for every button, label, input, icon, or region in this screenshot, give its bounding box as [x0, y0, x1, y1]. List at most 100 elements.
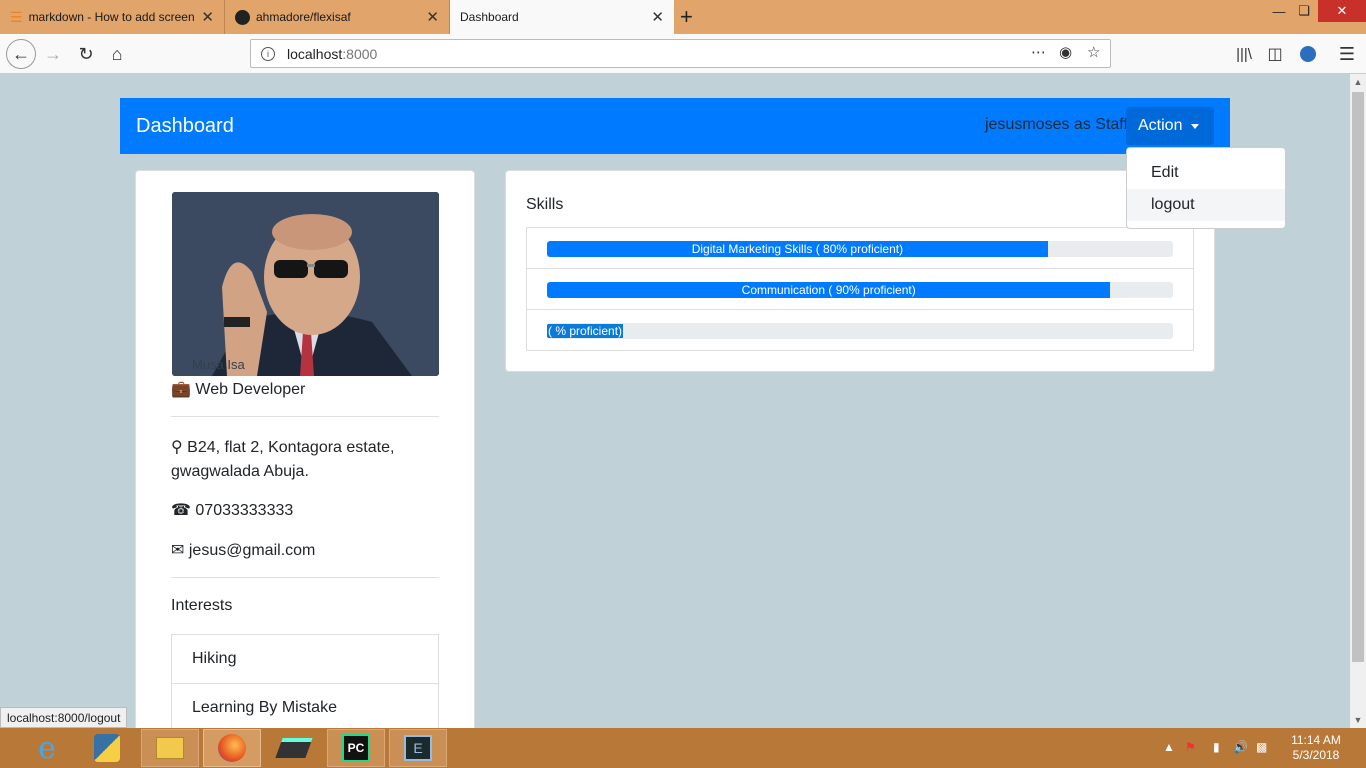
tab-stackoverflow[interactable]: ☰ markdown - How to add screen ✕ [0, 0, 225, 34]
skill-row: Digital Marketing Skills ( 80% proficien… [527, 228, 1193, 269]
phone-icon: ☎ [171, 502, 191, 519]
skills-list: Digital Marketing Skills ( 80% proficien… [526, 227, 1194, 351]
skill-row: Communication ( 90% proficient) [527, 269, 1193, 310]
profile-photo: Musa Isa [172, 192, 439, 376]
system-clock[interactable]: 11:14 AM 5/3/2018 [1280, 733, 1352, 763]
tab-github[interactable]: ahmadore/flexisaf ✕ [225, 0, 450, 34]
skills-card: Skills Digital Marketing Skills ( 80% pr… [505, 170, 1215, 372]
profile-card: Musa Isa 💼 Web Developer ⚲ B24, flat 2, … [135, 170, 475, 728]
action-label: Action [1138, 117, 1183, 134]
minimize-button[interactable]: — [1268, 0, 1290, 22]
progress-track: ( % proficient) [547, 323, 1173, 339]
firefox-icon[interactable] [203, 729, 261, 767]
tab-title: Dashboard [460, 10, 519, 24]
library-icon[interactable]: |||\ [1232, 42, 1256, 66]
clock-time: 11:14 AM [1291, 733, 1341, 747]
scroll-down-icon[interactable]: ▼ [1350, 712, 1366, 728]
scanner-icon[interactable] [265, 729, 323, 767]
address-row: ⚲ B24, flat 2, Kontagora estate, gwagwal… [171, 436, 411, 484]
file-explorer-icon[interactable] [141, 729, 199, 767]
action-dropdown-button[interactable]: Action [1126, 107, 1214, 145]
progress-track: Digital Marketing Skills ( 80% proficien… [547, 241, 1173, 257]
forward-arrow-icon: → [44, 43, 62, 64]
forward-button[interactable]: → [41, 42, 65, 66]
navbar-brand[interactable]: Dashboard [136, 115, 234, 138]
menu-item-edit[interactable]: Edit [1127, 157, 1285, 189]
job-title: Web Developer [195, 381, 306, 398]
python-icon[interactable] [78, 729, 136, 767]
progress-bar: Communication ( 90% proficient) [547, 282, 1111, 298]
sidebar-icon[interactable]: ◫ [1263, 42, 1287, 66]
url-bar[interactable]: i localhost:8000 ⋯ ◉ ☆ [250, 39, 1111, 68]
list-item: Learning By Mistake [172, 684, 438, 728]
status-bar-url: localhost:8000/logout [0, 707, 128, 728]
pocket-icon[interactable]: ◉ [1059, 43, 1072, 61]
stackoverflow-icon: ☰ [10, 8, 23, 25]
bookmark-star-icon[interactable]: ☆ [1087, 43, 1100, 61]
progress-track: Communication ( 90% proficient) [547, 282, 1173, 298]
action-dropdown-menu: Edit logout [1126, 147, 1286, 229]
interests-list: Hiking Learning By Mistake [171, 634, 439, 728]
pycharm-icon[interactable]: PC [327, 729, 385, 767]
network-signal-icon[interactable]: ▩ [1256, 740, 1267, 754]
phone-text: 07033333333 [195, 502, 294, 519]
progress-label: ( % proficient) [547, 324, 624, 338]
extension-icon[interactable] [1296, 42, 1320, 66]
divider [171, 416, 439, 417]
tab-title: ahmadore/flexisaf [256, 10, 351, 24]
reload-icon: ↻ [78, 43, 94, 64]
progress-bar: ( % proficient) [547, 323, 624, 339]
envelope-icon: ✉ [171, 542, 185, 559]
interests-title: Interests [171, 597, 233, 614]
info-icon[interactable]: i [261, 46, 275, 61]
github-icon [235, 9, 250, 25]
briefcase-icon: 💼 [171, 381, 191, 398]
internet-explorer-icon[interactable]: e [18, 729, 76, 767]
menu-item-logout[interactable]: logout [1127, 189, 1285, 221]
browser-tab-bar: ☰ markdown - How to add screen ✕ ahmador… [0, 0, 1366, 34]
new-tab-button[interactable]: + [680, 4, 693, 30]
clock-date: 5/3/2018 [1292, 748, 1340, 762]
phone-row: ☎ 07033333333 [171, 500, 293, 520]
terminal-icon[interactable]: E [389, 729, 447, 767]
page-scrollbar[interactable]: ▲ ▼ [1350, 74, 1366, 728]
list-item: Hiking [172, 635, 438, 684]
volume-icon[interactable]: 🔊 [1233, 740, 1248, 754]
windows-taskbar: e PC E ▲ ⚑ ▮ 🔊 ▩ 11:14 AM 5/3/2018 [0, 728, 1366, 768]
reload-button[interactable]: ↻ [74, 42, 98, 66]
page-actions-icon[interactable]: ⋯ [1031, 43, 1046, 61]
map-marker-icon: ⚲ [171, 439, 183, 456]
tab-title: markdown - How to add screen [28, 10, 195, 24]
skill-row: ( % proficient) [527, 310, 1193, 351]
close-icon[interactable]: ✕ [201, 8, 214, 26]
back-button[interactable]: ← [6, 39, 36, 69]
action-center-flag-icon[interactable]: ⚑ [1185, 740, 1196, 754]
tab-dashboard[interactable]: Dashboard ✕ [450, 0, 674, 34]
page-viewport: Dashboard jesusmoses as Staff Action Edi… [0, 74, 1350, 728]
restore-button[interactable]: ❏ [1293, 0, 1315, 22]
scrollbar-thumb[interactable] [1352, 92, 1364, 662]
skills-title: Skills [526, 196, 564, 213]
person-photo-illustration [172, 192, 439, 376]
user-label: jesusmoses as Staff [985, 116, 1128, 133]
email-row: ✉ jesus@gmail.com [171, 540, 315, 560]
divider [171, 577, 439, 578]
tray-arrow-icon[interactable]: ▲ [1163, 740, 1175, 754]
home-button[interactable]: ⌂ [105, 42, 129, 66]
battery-icon[interactable]: ▮ [1213, 740, 1220, 754]
address-text: B24, flat 2, Kontagora estate, gwagwalad… [171, 439, 395, 480]
scroll-up-icon[interactable]: ▲ [1350, 74, 1366, 90]
photo-caption: Musa Isa [192, 357, 245, 372]
close-icon[interactable]: ✕ [651, 8, 664, 26]
back-arrow-icon: ← [12, 43, 30, 64]
job-row: 💼 Web Developer [171, 379, 305, 399]
email-text: jesus@gmail.com [188, 542, 316, 559]
hamburger-menu-icon[interactable]: ☰ [1335, 42, 1359, 66]
close-window-button[interactable]: ✕ [1318, 0, 1366, 22]
browser-toolbar: ← → ↻ ⌂ i localhost:8000 ⋯ ◉ ☆ |||\ ◫ ☰ [0, 34, 1366, 74]
navbar: Dashboard jesusmoses as Staff Action [120, 98, 1230, 154]
url-host: localhost [287, 45, 343, 62]
close-icon[interactable]: ✕ [426, 8, 439, 26]
caret-down-icon [1191, 123, 1200, 129]
progress-bar: Digital Marketing Skills ( 80% proficien… [547, 241, 1048, 257]
